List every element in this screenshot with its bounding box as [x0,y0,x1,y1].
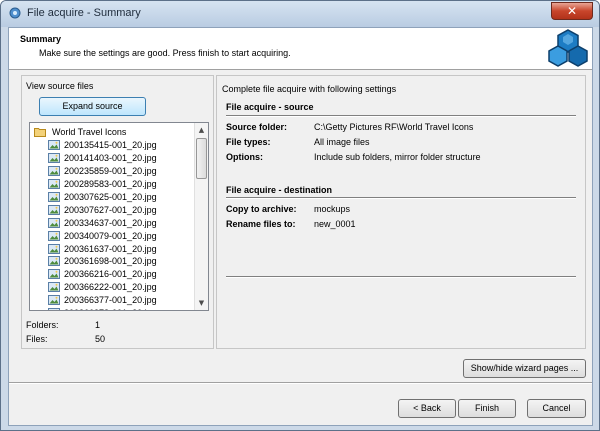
close-icon: ✕ [566,4,578,18]
options-value: Include sub folders, mirror folder struc… [314,152,481,162]
hexagon-logo-icon [548,29,588,67]
image-file-icon [48,192,60,202]
source-folder-value: C:\Getty Pictures RF\World Travel Icons [314,122,474,132]
tree-file-label: 200366222-001_20.jpg [64,282,157,293]
destination-divider [226,197,576,199]
tree-root-folder[interactable]: World Travel Icons [34,126,126,138]
image-file-icon [48,230,60,241]
settings-summary-panel: Complete file acquire with following set… [216,75,586,349]
image-file-icon [48,256,60,267]
source-tree[interactable]: World Travel Icons 200135415-001_20.jpg 2… [29,122,209,311]
copy-archive-label: Copy to archive: [226,204,297,214]
destination-section-title: File acquire - destination [226,185,333,195]
tree-file-item[interactable]: 200307625-001_20.jpg [48,191,157,204]
tree-file-item[interactable]: 200135415-001_20.jpg [48,139,157,152]
scroll-down-arrow-icon[interactable]: ▼ [195,296,208,310]
tree-file-label: 200235859-001_20.jpg [64,166,157,177]
footer-divider [9,382,592,384]
wizard-header: Summary Make sure the settings are good.… [9,28,592,70]
source-folder-label: Source folder: [226,122,288,132]
tree-root-label: World Travel Icons [52,127,127,137]
cancel-button[interactable]: Cancel [527,399,586,418]
scroll-thumb[interactable] [196,138,207,179]
tree-file-item[interactable]: 200289583-001_20.jpg [48,178,157,191]
bottom-divider [226,276,576,278]
page-title: Summary [20,34,62,44]
tree-file-list: 200135415-001_20.jpg 200141403-001_20.jpg… [48,139,157,310]
image-file-icon [48,217,60,228]
tree-file-label: 200307625-001_20.jpg [64,192,157,202]
folder-icon [34,128,46,137]
expand-source-button[interactable]: Expand source [39,97,146,116]
image-file-icon [48,282,60,293]
file-types-label: File types: [226,137,271,147]
back-button[interactable]: < Back [398,399,456,418]
files-count: 50 [95,334,106,344]
tree-file-label: 200361637-001_20.jpg [64,243,157,254]
folders-count: 1 [95,320,101,330]
show-hide-wizard-pages-button[interactable]: Show/hide wizard pages ... [463,359,586,378]
tree-file-item[interactable]: 200307627-001_20.jpg [48,203,157,216]
image-file-icon [48,269,60,280]
tree-file-label: 200366378-001_20.jpg [64,308,157,310]
scroll-up-arrow-icon[interactable]: ▲ [195,123,208,137]
tree-file-label: 200289583-001_20.jpg [64,179,157,190]
tree-file-label: 200307627-001_20.jpg [64,204,157,215]
tree-file-label: 200135415-001_20.jpg [64,140,157,151]
copy-archive-value: mockups [314,204,351,214]
rename-files-label: Rename files to: [226,219,296,229]
source-section-title: File acquire - source [226,102,314,112]
wizard-client: Summary Make sure the settings are good.… [8,27,593,426]
image-file-icon [48,204,60,215]
finish-button[interactable]: Finish [458,399,516,418]
tree-file-label: 200334637-001_20.jpg [64,217,157,228]
image-file-icon [48,308,60,310]
tree-file-item[interactable]: 200366377-001_20.jpg [48,294,157,307]
image-file-icon [48,140,60,151]
tree-file-item[interactable]: 200366378-001_20.jpg [48,307,157,310]
image-file-icon [48,295,60,306]
settings-caption: Complete file acquire with following set… [222,84,397,94]
tree-file-item[interactable]: 200366222-001_20.jpg [48,281,157,294]
tree-file-item[interactable]: 200141403-001_20.jpg [48,152,157,165]
tree-file-label: 200366216-001_20.jpg [64,269,157,280]
tree-file-label: 200361698-001_20.jpg [64,256,157,267]
source-divider [226,115,576,117]
rename-files-value: new_0001 [314,219,356,229]
close-button[interactable]: ✕ [551,2,593,20]
tree-scrollbar[interactable]: ▲ ▼ [194,123,208,310]
wizard-window: File acquire - Summary ✕ Summary Make su… [0,0,600,431]
source-files-caption: View source files [26,81,94,91]
tree-file-item[interactable]: 200334637-001_20.jpg [48,216,157,229]
folders-label: Folders: [26,320,59,330]
tree-file-item[interactable]: 200366216-001_20.jpg [48,268,157,281]
app-icon [9,7,21,19]
options-label: Options: [226,152,263,162]
image-file-icon [48,243,60,254]
image-file-icon [48,166,60,177]
tree-file-item[interactable]: 200361698-001_20.jpg [48,255,157,268]
image-file-icon [48,179,60,190]
files-label: Files: [26,334,48,344]
source-files-panel: View source files Expand source World Tr… [21,75,214,349]
tree-file-label: 200340079-001_20.jpg [64,230,157,241]
tree-file-item[interactable]: 200361637-001_20.jpg [48,242,157,255]
tree-file-label: 200366377-001_20.jpg [64,295,157,306]
page-description: Make sure the settings are good. Press f… [39,48,291,58]
window-title: File acquire - Summary [27,7,141,19]
tree-file-item[interactable]: 200235859-001_20.jpg [48,165,157,178]
title-bar[interactable]: File acquire - Summary ✕ [1,1,599,27]
image-file-icon [48,153,60,164]
tree-file-item[interactable]: 200340079-001_20.jpg [48,229,157,242]
file-types-value: All image files [314,137,370,147]
tree-file-label: 200141403-001_20.jpg [64,153,157,164]
